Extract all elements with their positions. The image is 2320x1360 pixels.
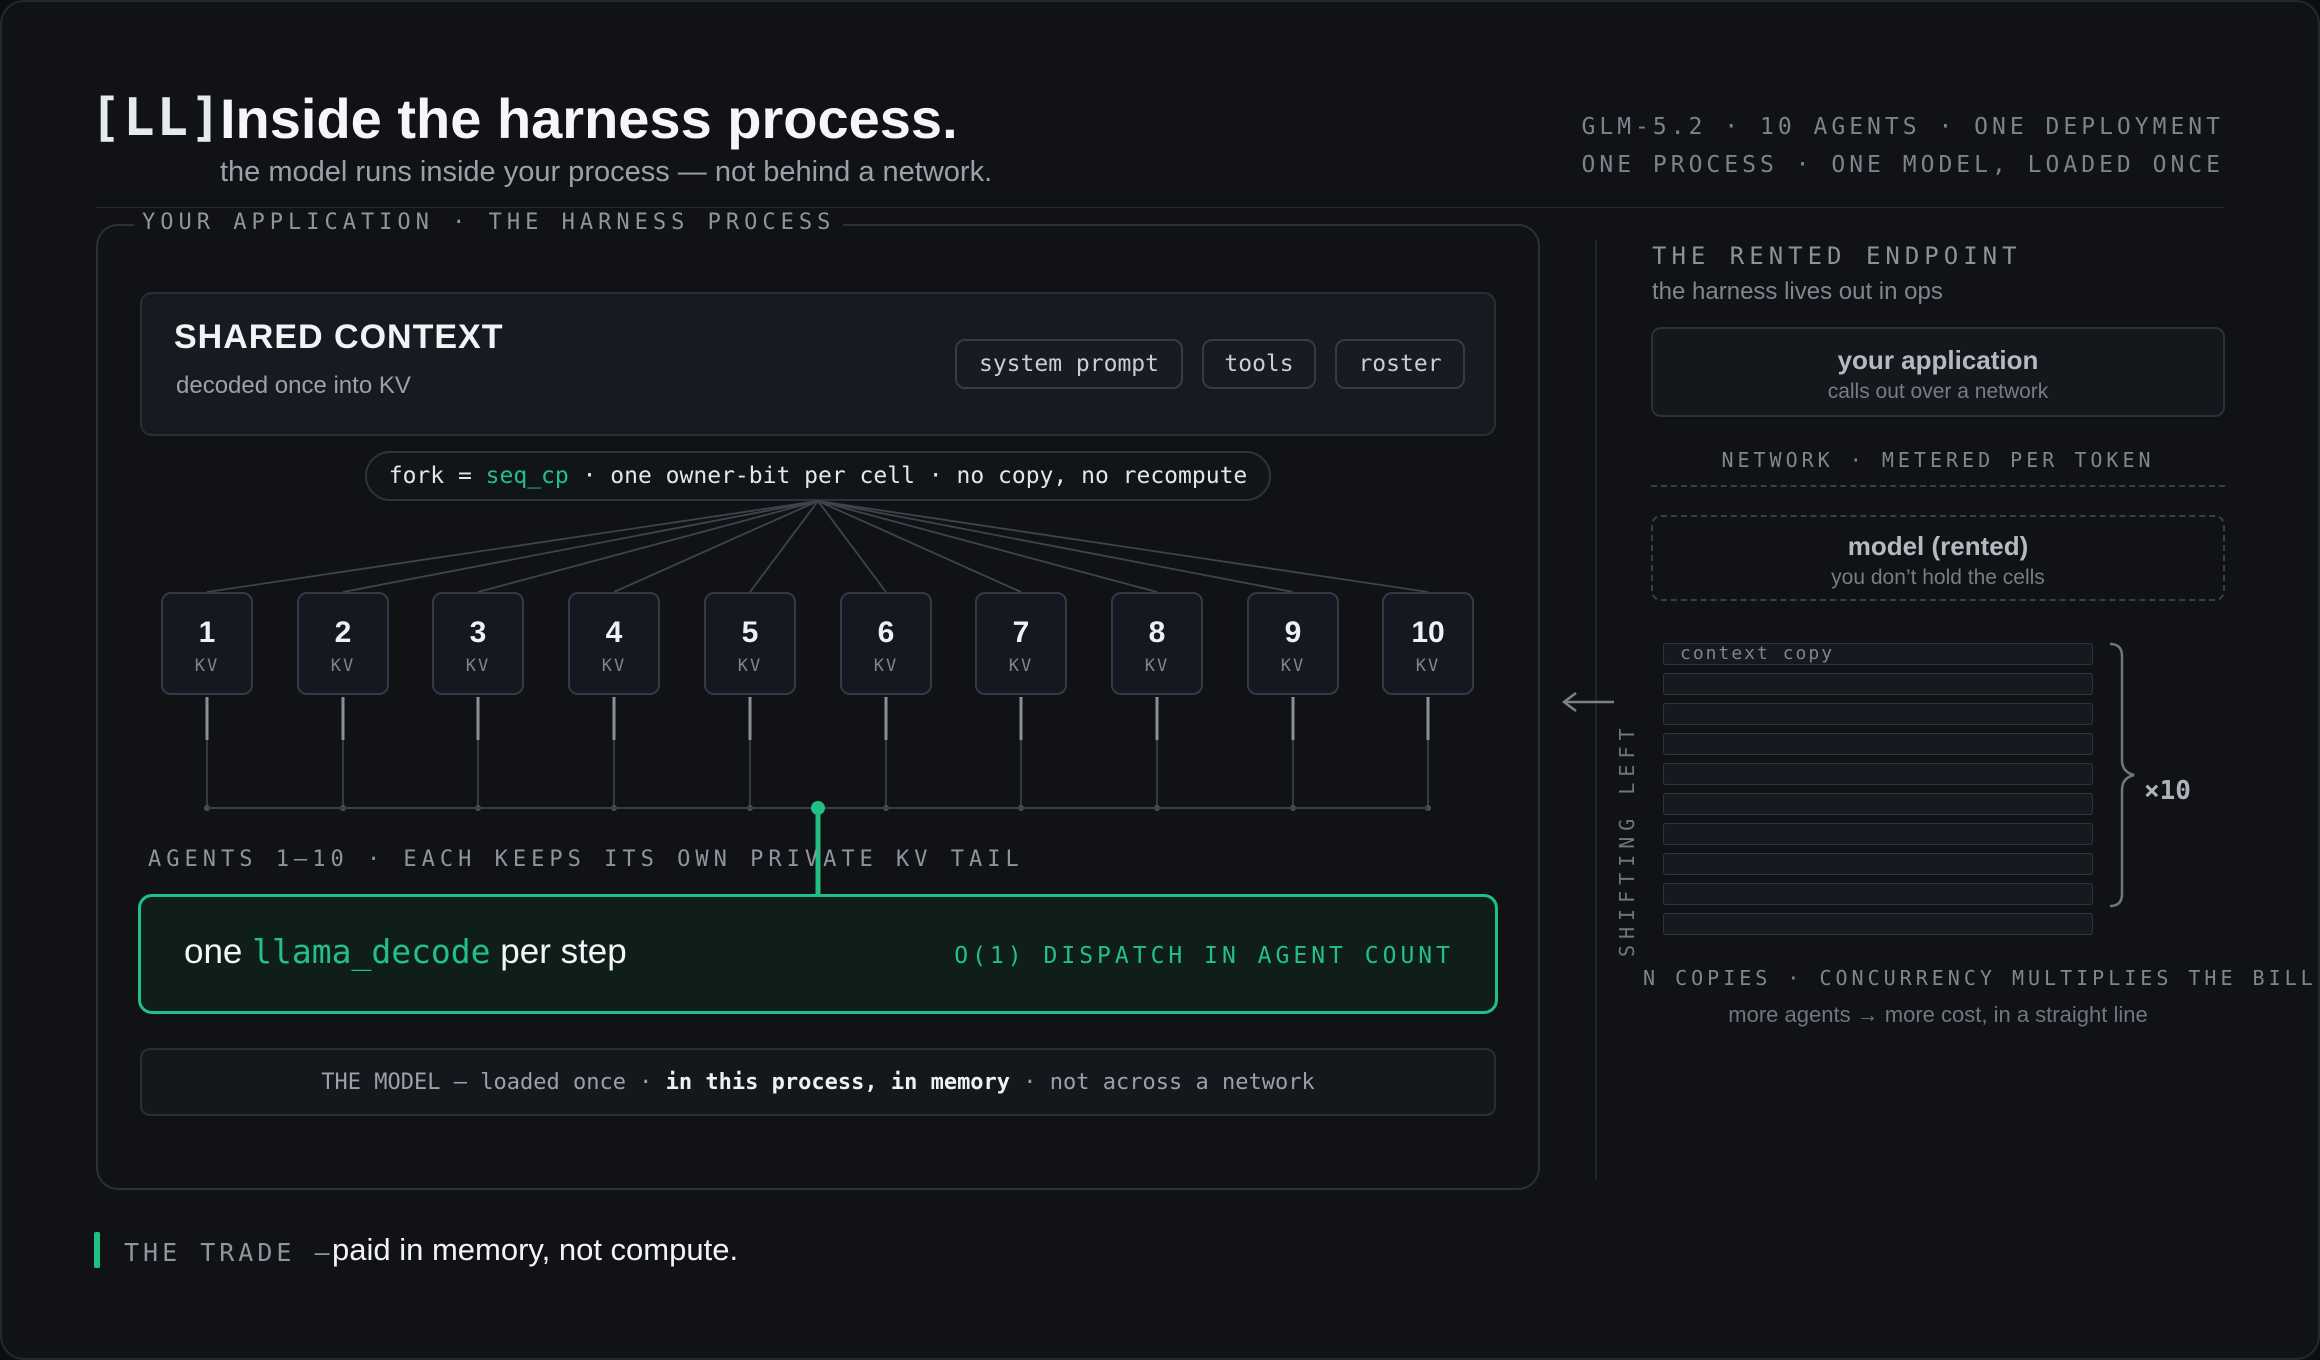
agent-kv-label: KV bbox=[465, 656, 491, 676]
agent-number: 3 bbox=[469, 616, 487, 649]
decode-text: one llama_decode per step bbox=[184, 932, 627, 972]
model-bar-a: THE MODEL — loaded once · bbox=[321, 1069, 666, 1095]
rented-endpoint-title: THE RENTED ENDPOINT bbox=[1652, 242, 2022, 270]
agent-kv-label: KV bbox=[1415, 656, 1441, 676]
fork-line-5 bbox=[749, 500, 819, 593]
decode-post: per step bbox=[490, 932, 627, 971]
context-copy-row-8 bbox=[1663, 853, 2093, 875]
decode-pre: one bbox=[184, 932, 253, 971]
agent-number: 7 bbox=[1012, 616, 1030, 649]
agent-kv-label: KV bbox=[330, 656, 356, 676]
fork-line-1 bbox=[206, 500, 819, 593]
rented-model-box: model (rented) you don’t hold the cells bbox=[1651, 515, 2225, 601]
fork-fan-lines bbox=[206, 500, 1429, 593]
agent-number: 10 bbox=[1411, 616, 1445, 649]
agent-stems bbox=[204, 697, 1431, 811]
context-copy-label: context copy bbox=[1680, 643, 1835, 664]
trade-label: THE TRADE — bbox=[124, 1238, 334, 1267]
agent-kv-box-9: 9 KV bbox=[1247, 592, 1339, 695]
context-copy-row-2 bbox=[1663, 673, 2093, 695]
your-application-box: your application calls out over a networ… bbox=[1651, 327, 2225, 417]
context-copy-row-7 bbox=[1663, 823, 2093, 845]
network-label: NETWORK · METERED PER TOKEN bbox=[1721, 448, 2155, 472]
context-copy-row-5 bbox=[1663, 763, 2093, 785]
agent-kv-box-1: 1 KV bbox=[161, 592, 253, 695]
agent-number: 9 bbox=[1284, 616, 1302, 649]
agent-kv-box-7: 7 KV bbox=[975, 592, 1067, 695]
agent-kv-box-8: 8 KV bbox=[1111, 592, 1203, 695]
agent-number: 5 bbox=[741, 616, 759, 649]
agent-kv-box-5: 5 KV bbox=[704, 592, 796, 695]
context-copy-row-6 bbox=[1663, 793, 2093, 815]
agent-number: 6 bbox=[877, 616, 895, 649]
agent-kv-label: KV bbox=[1144, 656, 1170, 676]
model-bar: THE MODEL — loaded once · in this proces… bbox=[140, 1048, 1496, 1116]
agent-number: 4 bbox=[605, 616, 623, 649]
decode-function: llama_decode bbox=[252, 932, 491, 971]
decode-connector-dot bbox=[811, 801, 825, 815]
network-dashed-line bbox=[1651, 485, 2225, 487]
agent-kv-label: KV bbox=[1008, 656, 1034, 676]
agent-kv-box-6: 6 KV bbox=[840, 592, 932, 695]
agent-kv-label: KV bbox=[194, 656, 220, 676]
agent-kv-box-4: 4 KV bbox=[568, 592, 660, 695]
agent-kv-box-3: 3 KV bbox=[432, 592, 524, 695]
agents-label: AGENTS 1–10 · EACH KEEPS ITS OWN PRIVATE… bbox=[148, 847, 1024, 872]
trade-accent-bar bbox=[94, 1232, 100, 1268]
agent-number: 2 bbox=[334, 616, 352, 649]
context-copy-row-4 bbox=[1663, 733, 2093, 755]
fork-line-10 bbox=[817, 500, 1429, 593]
fork-line-9 bbox=[817, 500, 1294, 593]
context-copy-row-10 bbox=[1663, 913, 2093, 935]
agent-kv-label: KV bbox=[1280, 656, 1306, 676]
rented-model-title: model (rented) bbox=[1847, 531, 2029, 561]
fork-line-6 bbox=[817, 500, 887, 593]
trade-text: paid in memory, not compute. bbox=[332, 1232, 739, 1267]
agent-kv-label: KV bbox=[873, 656, 899, 676]
agent-number: 1 bbox=[198, 616, 216, 649]
model-bar-b: in this process, in memory bbox=[665, 1069, 1011, 1095]
app-box-title: your application bbox=[1837, 345, 2039, 375]
shifting-left-label: SHIFTING LEFT bbox=[1615, 722, 1639, 957]
agent-kv-box-10: 10 KV bbox=[1382, 592, 1474, 695]
fork-line-2 bbox=[342, 500, 819, 593]
context-copy-row-9 bbox=[1663, 883, 2093, 905]
fork-line-3 bbox=[477, 500, 819, 593]
n-copies-subtitle: more agents → more cost, in a straight l… bbox=[1728, 1002, 2148, 1027]
copies-multiplier: ×10 bbox=[2144, 776, 2191, 806]
copies-brace bbox=[2109, 642, 2135, 908]
agent-kv-label: KV bbox=[601, 656, 627, 676]
left-arrow-icon bbox=[1561, 692, 1614, 712]
agent-number: 8 bbox=[1148, 616, 1166, 649]
decode-dispatch-note: O(1) DISPATCH IN AGENT COUNT bbox=[954, 943, 1454, 969]
context-copy-row-3 bbox=[1663, 703, 2093, 725]
n-copies-label: N COPIES · CONCURRENCY MULTIPLIES THE BI… bbox=[1643, 966, 2317, 990]
agent-kv-box-2: 2 KV bbox=[297, 592, 389, 695]
rented-model-subtitle: you don’t hold the cells bbox=[1831, 566, 2045, 589]
fork-line-8 bbox=[817, 500, 1158, 593]
rented-endpoint-subtitle: the harness lives out in ops bbox=[1652, 278, 1943, 305]
model-bar-c: · not across a network bbox=[1010, 1069, 1315, 1095]
agent-kv-label: KV bbox=[737, 656, 763, 676]
app-box-subtitle: calls out over a network bbox=[1827, 380, 2049, 403]
